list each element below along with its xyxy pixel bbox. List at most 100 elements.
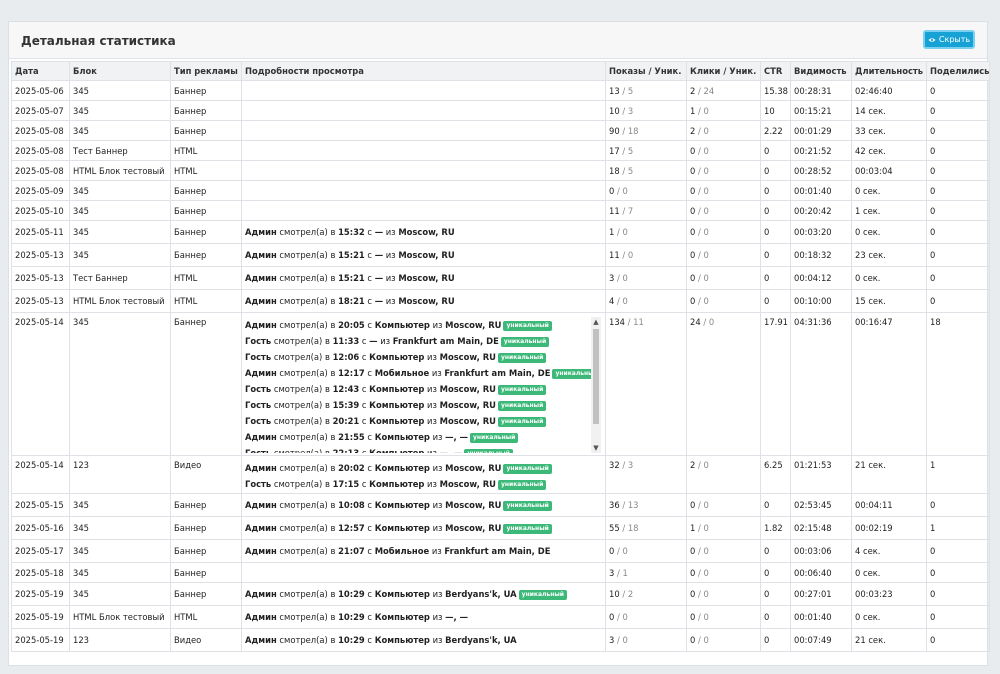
cell-ctr: 10 bbox=[760, 100, 791, 121]
column-header[interactable]: Длительность bbox=[851, 61, 927, 81]
cell-clicks-unique: 0 bbox=[703, 185, 709, 196]
cell-shows: 17 / 5 bbox=[605, 140, 687, 161]
cell-ctr: 0 bbox=[760, 220, 791, 244]
separator: / bbox=[695, 125, 704, 136]
column-header[interactable]: Подробности просмотра bbox=[241, 61, 606, 81]
cell-shared: 0 bbox=[926, 243, 990, 267]
table-row: 2025-05-19 345 Баннер Админ смотрел(а) в 10… bbox=[11, 582, 990, 606]
view-device: Компьютер bbox=[374, 320, 430, 330]
viewer-name: Админ bbox=[245, 273, 277, 283]
cell-shows-unique: 1 bbox=[622, 567, 628, 578]
column-header[interactable]: Клики / Уник. bbox=[686, 61, 761, 81]
cell-date: 2025-05-08 bbox=[11, 160, 70, 181]
cell-duration: 0 сек. bbox=[851, 266, 927, 290]
cell-shows-unique: 2 bbox=[627, 589, 634, 599]
table-row: 2025-05-06 345 Баннер 13 / 52 / 24 15.38 00:2… bbox=[11, 80, 990, 101]
column-header[interactable]: Тип рекламы bbox=[170, 61, 242, 81]
view-time: 21:07 bbox=[338, 546, 365, 556]
scroll-down-icon[interactable]: ▼ bbox=[592, 444, 600, 452]
cell-shared: 0 bbox=[926, 100, 990, 121]
cell-shows: 10 / 2 bbox=[605, 582, 687, 606]
column-header[interactable]: Показы / Уник. bbox=[605, 61, 687, 81]
cell-shows: 0 / 0 bbox=[605, 539, 687, 563]
column-header[interactable]: Дата bbox=[11, 61, 70, 81]
cell-block: 345 bbox=[69, 200, 171, 221]
view-location: Frankfurt am Main, DE bbox=[444, 368, 551, 378]
cell-clicks-unique: 0 bbox=[703, 589, 709, 599]
cell-duration: 1 сек. bbox=[851, 200, 927, 221]
cell-date: 2025-05-13 bbox=[11, 266, 70, 290]
cell-block: 345 bbox=[69, 582, 171, 606]
cell-block: 345 bbox=[69, 516, 171, 540]
details-scroll-box[interactable]: ▲ ▼ Админ смотрел(а) в 20:05 с Компьютер и… bbox=[245, 317, 602, 453]
table-row: 2025-05-13 Тест Баннер HTML Админ смотрел(а… bbox=[11, 266, 990, 290]
cell-visibility: 00:06:40 bbox=[790, 562, 852, 583]
cell-view-details: Админ смотрел(а) в 15:21 с — из Moscow, … bbox=[241, 243, 606, 267]
separator: / bbox=[619, 125, 628, 136]
cell-view-details bbox=[241, 562, 606, 583]
separator: / bbox=[619, 165, 628, 176]
separator: / bbox=[619, 145, 628, 156]
viewer-name: Гость bbox=[245, 384, 272, 394]
cell-shows-total: 10 bbox=[609, 105, 620, 116]
cell-date: 2025-05-09 bbox=[11, 180, 70, 201]
cell-ad-type: Баннер bbox=[170, 539, 242, 563]
cell-ctr: 0 bbox=[760, 605, 791, 629]
column-header[interactable]: Видимость bbox=[790, 61, 852, 81]
cell-view-details: Админ смотрел(а) в 18:21 с — из Moscow, … bbox=[241, 289, 606, 313]
separator: / bbox=[614, 227, 623, 237]
cell-ad-type: Баннер bbox=[170, 220, 242, 244]
cell-ad-type: Баннер bbox=[170, 180, 242, 201]
cell-shows-unique: 3 bbox=[627, 460, 634, 470]
cell-view-details: Админ смотрел(а) в 15:21 с — из Moscow, … bbox=[241, 266, 606, 290]
cell-clicks-unique: 0 bbox=[703, 460, 709, 470]
viewer-name: Админ bbox=[245, 612, 277, 622]
scroll-thumb[interactable] bbox=[593, 329, 599, 424]
cell-duration: 0 сек. bbox=[851, 180, 927, 201]
cell-visibility: 00:28:31 bbox=[790, 80, 852, 101]
column-header[interactable]: Поделились bbox=[926, 61, 990, 81]
cell-shared: 0 bbox=[926, 605, 990, 629]
scrollbar[interactable]: ▲ ▼ bbox=[591, 317, 601, 453]
cell-block: Тест Баннер bbox=[69, 140, 171, 161]
unique-badge: уникальный bbox=[503, 500, 552, 511]
separator: / bbox=[619, 589, 628, 599]
cell-shows-total: 11 bbox=[609, 250, 620, 260]
unique-badge: уникальный bbox=[497, 479, 547, 490]
cell-duration: 00:03:23 bbox=[851, 582, 927, 606]
cell-shows-unique: 5 bbox=[627, 165, 634, 176]
cell-shows-total: 13 bbox=[609, 85, 620, 96]
view-detail-line: Админ смотрел(а) в 12:17 с Мобильное из … bbox=[245, 365, 601, 381]
unique-badge: уникальный bbox=[497, 416, 547, 427]
table-row: 2025-05-07 345 Баннер 10 / 31 / 0 10 00:15:21… bbox=[11, 100, 990, 121]
cell-view-details: Админ смотрел(а) в 12:57 с Компьютер из … bbox=[241, 516, 606, 540]
cell-ctr: 17.91 bbox=[760, 312, 791, 456]
scroll-up-icon[interactable]: ▲ bbox=[592, 318, 600, 326]
table-row: 2025-05-14 123 Видео Админ смотрел(а) в 20:… bbox=[11, 455, 990, 494]
hide-button[interactable]: Скрыть bbox=[923, 30, 975, 49]
column-header[interactable]: CTR bbox=[760, 61, 791, 81]
view-time: 15:32 bbox=[338, 227, 365, 237]
view-device: Компьютер bbox=[374, 523, 430, 533]
column-header[interactable]: Блок bbox=[69, 61, 171, 81]
view-time: 18:21 bbox=[338, 296, 365, 306]
unique-badge: уникальный bbox=[503, 523, 552, 534]
unique-badge: уникальный bbox=[518, 589, 568, 600]
cell-clicks: 0 / 0 bbox=[686, 160, 761, 181]
viewer-name: Админ bbox=[245, 589, 277, 599]
view-time: 12:43 bbox=[332, 384, 360, 394]
cell-duration: 00:03:04 bbox=[851, 160, 927, 181]
cell-view-details: Админ смотрел(а) в 15:32 с — из Moscow, … bbox=[241, 220, 606, 244]
cell-view-details bbox=[241, 160, 606, 181]
cell-ctr: 15.38 bbox=[760, 80, 791, 101]
cell-visibility: 00:01:29 bbox=[790, 120, 852, 141]
view-detail-line: Гость смотрел(а) в 12:06 с Компьютер из … bbox=[245, 349, 588, 365]
cell-clicks: 0 / 0 bbox=[686, 140, 761, 161]
view-time: 20:05 bbox=[338, 320, 365, 330]
cell-visibility: 02:53:45 bbox=[790, 493, 852, 517]
cell-block: 123 bbox=[69, 628, 171, 652]
view-location: —, — bbox=[445, 612, 468, 622]
view-detail-line: Админ смотрел(а) в 21:55 с Компьютер из … bbox=[245, 429, 588, 445]
cell-clicks: 2 / 0 bbox=[686, 120, 761, 141]
cell-ad-type: HTML bbox=[170, 289, 242, 313]
